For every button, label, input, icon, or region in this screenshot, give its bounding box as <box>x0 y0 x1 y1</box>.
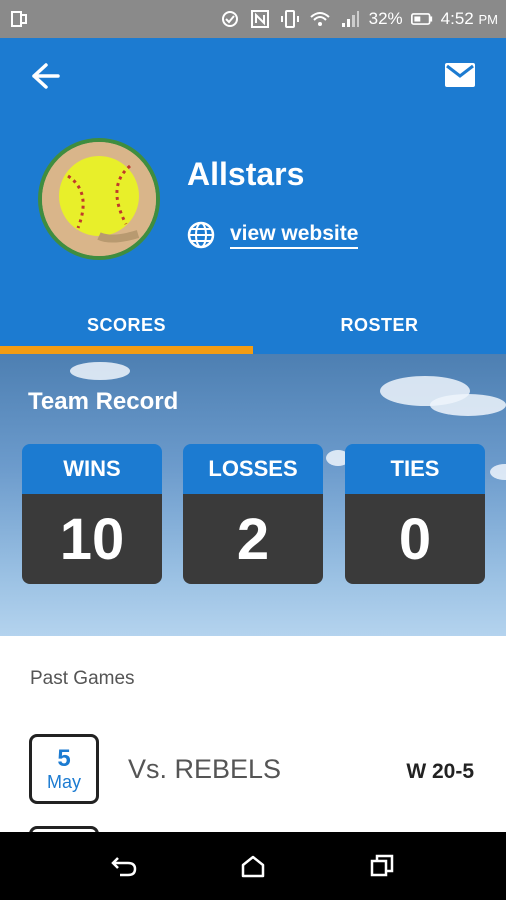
signal-icon <box>339 8 361 30</box>
softball-icon <box>42 142 156 256</box>
mail-icon <box>445 63 475 87</box>
ties-card: TIES 0 <box>345 444 485 584</box>
mail-button[interactable] <box>444 62 476 88</box>
cloud-decoration <box>490 464 506 480</box>
arrow-left-icon <box>32 63 60 89</box>
team-name: Allstars <box>187 156 305 192</box>
cloud-decoration <box>430 394 506 416</box>
nav-back-button[interactable] <box>104 846 144 886</box>
game-opponent: Vs. REBELS <box>128 754 282 784</box>
wins-card: WINS 10 <box>22 444 162 584</box>
back-button[interactable] <box>30 62 62 90</box>
wins-value: 10 <box>22 494 162 584</box>
past-games-title: Past Games <box>30 668 135 689</box>
team-avatar <box>38 138 160 260</box>
team-record-section: Team Record WINS 10 LOSSES 2 TIES 0 <box>0 354 506 636</box>
nav-recents-icon <box>370 854 393 877</box>
game-date: 5 May <box>29 734 99 804</box>
team-header: Allstars view website SCORES ROSTER <box>0 38 506 354</box>
sync-icon <box>219 8 241 30</box>
nav-home-icon <box>241 855 265 878</box>
losses-card: LOSSES 2 <box>183 444 323 584</box>
cloud-decoration <box>70 362 130 380</box>
game-result: W 20-5 <box>406 760 474 783</box>
team-record-title: Team Record <box>28 388 179 415</box>
battery-percent: 32% <box>368 9 403 28</box>
sim-card-icon <box>8 8 30 30</box>
nav-back-icon <box>111 857 137 877</box>
nav-home-button[interactable] <box>233 846 273 886</box>
ties-label: TIES <box>345 444 485 494</box>
tab-roster[interactable]: ROSTER <box>253 296 506 354</box>
ties-value: 0 <box>345 494 485 584</box>
globe-icon <box>187 221 215 249</box>
nav-recents-button[interactable] <box>362 846 402 886</box>
tab-scores[interactable]: SCORES <box>0 296 253 354</box>
view-website-label: view website <box>230 222 359 249</box>
nfc-icon <box>249 8 271 30</box>
system-nav-bar <box>0 832 506 900</box>
losses-value: 2 <box>183 494 323 584</box>
tab-bar: SCORES ROSTER <box>0 296 506 354</box>
past-games-section: Past Games 5 May Vs. REBELS W 20-5 <box>0 636 506 846</box>
wifi-icon <box>309 8 331 30</box>
game-month: May <box>46 772 81 792</box>
losses-label: LOSSES <box>183 444 323 494</box>
battery-icon <box>410 8 433 30</box>
status-bar: 32% 4:52 PM <box>0 0 506 38</box>
clock: 4:52 PM <box>440 9 498 28</box>
vibrate-icon <box>279 8 301 30</box>
wins-label: WINS <box>22 444 162 494</box>
view-website-link[interactable]: view website <box>186 220 359 250</box>
game-day: 5 <box>57 745 71 772</box>
game-row[interactable]: 5 May Vs. REBELS W 20-5 <box>0 734 506 808</box>
